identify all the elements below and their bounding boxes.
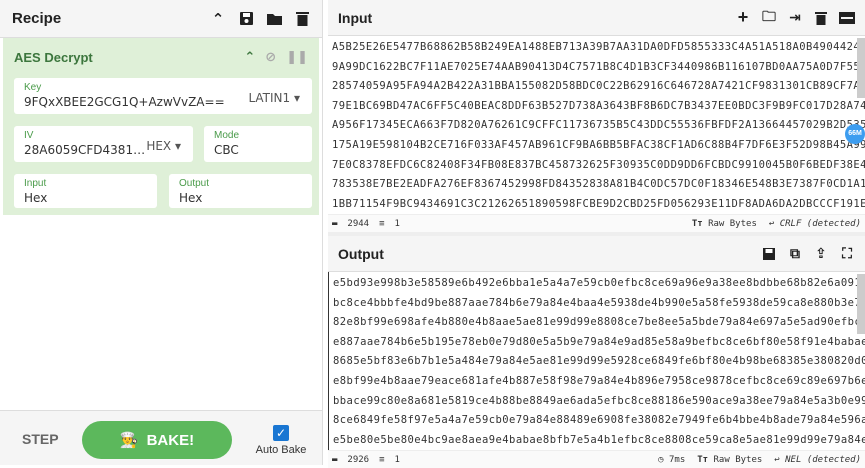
collapse-icon[interactable]: ⌃ (244, 49, 255, 65)
text-line: e5be80e5be80e4bc9ae8aea9e4babae8bfb7e5a4… (333, 433, 865, 446)
text-line: bbace99c80e8a681e5819ce4b88be8849ae6ada5… (333, 394, 865, 407)
input-eol[interactable]: ↩ CRLF (detected) (769, 219, 861, 229)
mode-label: Mode (214, 130, 240, 141)
chevron-up-icon[interactable]: ⌃ (210, 11, 226, 28)
iv-field[interactable]: IV 28A6059CFD4381… HEX ▾ (14, 126, 193, 162)
save-output-icon[interactable] (761, 246, 777, 262)
text-line: 175A19E598104B2CE716F033AF457AB961CF9BA6… (332, 138, 865, 151)
input-textarea[interactable]: A5B25E26E5477B68862B58B249EA1488EB713A39… (328, 36, 865, 214)
iv-encoding-dropdown[interactable]: HEX ▾ (146, 139, 181, 153)
text-line: 82e8bf99e698afe4b880e4b8aae5ae81e99d99e8… (333, 316, 865, 329)
auto-bake-toggle[interactable]: ✓ Auto Bake (255, 425, 307, 456)
text-line: bc8ce4bbbfe4bd9be887aae784b6e79a84e4baa4… (333, 296, 865, 309)
key-encoding-dropdown[interactable]: LATIN1 ▾ (248, 91, 300, 105)
length-icon: ▬ (332, 454, 338, 465)
folder-icon[interactable] (266, 11, 282, 27)
input-format-select[interactable]: Hex (24, 191, 147, 205)
text-line: 7E0C8378EFDC6C82408F34FB08E837BC45873262… (332, 158, 865, 171)
save-icon[interactable] (238, 11, 254, 27)
input-scrollbar[interactable] (857, 38, 865, 98)
key-field[interactable]: Key 9FQxXBEE2GCG1Q+AzwVvZA== LATIN1 ▾ (14, 78, 312, 114)
mode-select[interactable]: CBC (214, 143, 302, 157)
text-line: 1BB71154F9BC9434691C3C21262651890598FCBE… (332, 197, 865, 210)
text-line: 783538E7BE2EADFA276EF8367452998FD8435283… (332, 178, 865, 191)
text-line: e8bf99e4b8aae79eace681afe4b887e58f98e79a… (333, 374, 865, 387)
output-format[interactable]: Tт Raw Bytes (697, 455, 762, 465)
output-eol[interactable]: ↩ NEL (detected) (774, 455, 861, 465)
output-length: 2926 (347, 454, 370, 465)
bake-button[interactable]: 👨‍🍳 BAKE! (82, 421, 232, 459)
lines-icon: ≡ (379, 218, 385, 229)
input-length: 2944 (347, 218, 370, 229)
output-header: Output ⧉ ⇪ ⛶ (328, 236, 865, 272)
lines-icon: ≡ (379, 454, 385, 465)
bake-label: BAKE! (146, 431, 195, 449)
output-format-select[interactable]: Hex (179, 191, 302, 205)
text-line: 79E1BC69BD47AC6FF5C40BEAC8DDF63B527D738A… (332, 99, 865, 112)
trash-icon[interactable] (294, 11, 310, 27)
recipe-header: Recipe ⌃ (0, 0, 322, 38)
disable-icon[interactable]: ⊘ (265, 49, 276, 65)
output-format-field[interactable]: Output Hex (169, 174, 312, 208)
auto-bake-label: Auto Bake (255, 444, 307, 456)
replace-input-icon[interactable]: ⇪ (813, 245, 829, 262)
recipe-title: Recipe (12, 10, 62, 27)
text-line: e5bd93e998b3e58589e6b492e6bba1e5a4a7e59c… (333, 277, 865, 289)
open-folder-icon[interactable]: 🗀 (761, 8, 777, 26)
recipe-panel: Recipe ⌃ AES Decrypt ⌃ ⊘ ❚❚ Key 9FQxXBEE… (0, 0, 323, 465)
bake-time: ◷ 7ms (658, 454, 686, 465)
aes-decrypt-operation: AES Decrypt ⌃ ⊘ ❚❚ Key 9FQxXBEE2GCG1Q+Az… (3, 38, 319, 215)
output-title: Output (338, 245, 384, 262)
input-header: Input + 🗀 ⇥ (328, 0, 865, 36)
add-tab-icon[interactable]: + (735, 7, 751, 27)
text-line: A956F17345ECA663F7D820A76261C9CFFC117367… (332, 119, 865, 132)
output-textarea[interactable]: e5bd93e998b3e58589e6b492e6bba1e5a4a7e59c… (328, 272, 865, 450)
text-line: 8ce6849fe58f97e5a4a7e59cb0e79a84e88489e6… (333, 414, 865, 427)
operation-title: AES Decrypt (14, 49, 93, 65)
chef-icon: 👨‍🍳 (119, 432, 139, 449)
io-panel: Input + 🗀 ⇥ A5B25E26E5477B68862B58B249EA… (328, 0, 865, 468)
input-status-bar: ▬ 2944 ≡ 1 Tт Raw Bytes ↩ CRLF (detected) (328, 214, 865, 232)
text-line: 28574059A95FA94A2B422A31BBA155082D58BDC0… (332, 80, 865, 93)
text-line: A5B25E26E5477B68862B58B249EA1488EB713A39… (332, 41, 865, 53)
output-lines: 1 (394, 454, 400, 465)
input-title: Input (338, 9, 373, 26)
auto-bake-checkbox[interactable]: ✓ (273, 425, 289, 441)
text-line: 8685e5bf83e6b7b1e5a484e79a84e5ae81e99d99… (333, 355, 865, 368)
length-icon: ▬ (332, 218, 338, 229)
text-line: e887aae784b6e5b195e78eb0e79d80e5a5b9e79a… (333, 335, 865, 348)
step-button[interactable]: STEP (22, 431, 59, 447)
open-file-icon[interactable]: ⇥ (787, 9, 803, 26)
output-status-bar: ▬ 2926 ≡ 1 ◷ 7ms Tт Raw Bytes ↩ NEL (detecte… (328, 450, 865, 468)
layout-icon[interactable] (839, 10, 855, 26)
copy-output-icon[interactable]: ⧉ (787, 245, 803, 262)
input-lines: 1 (394, 218, 400, 229)
output-format-label: Output (179, 178, 210, 189)
input-format[interactable]: Tт Raw Bytes (692, 219, 757, 229)
maximise-icon[interactable]: ⛶ (839, 245, 855, 262)
clear-input-icon[interactable] (813, 10, 829, 26)
output-scrollbar[interactable] (857, 274, 865, 334)
mode-field[interactable]: Mode CBC (204, 126, 312, 162)
pause-icon[interactable]: ❚❚ (286, 49, 308, 65)
input-format-field[interactable]: Input Hex (14, 174, 157, 208)
controls-bar: STEP 👨‍🍳 BAKE! ✓ Auto Bake (0, 410, 322, 465)
input-format-label: Input (24, 178, 47, 189)
input-size-badge: 66M (845, 124, 865, 144)
text-line: 9A99DC1622BC7F11AE7025E74AAB90413D4C7571… (332, 60, 865, 73)
